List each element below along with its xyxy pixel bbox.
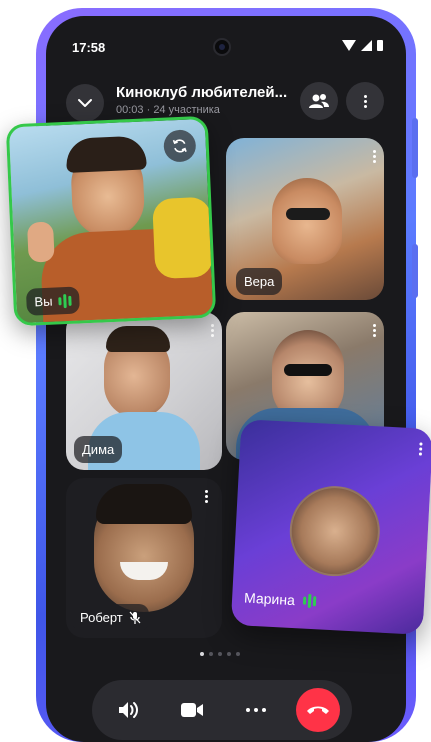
speaking-indicator-icon (302, 593, 317, 609)
end-call-button[interactable] (296, 688, 340, 732)
volume-button (412, 118, 418, 178)
speaker-icon (119, 702, 138, 718)
speaker-button[interactable] (106, 688, 150, 732)
sunglasses (284, 364, 332, 376)
end-call-icon (307, 706, 329, 714)
chevron-down-icon (78, 99, 92, 107)
participant-tile-vera[interactable]: Вера (226, 138, 384, 300)
page-dot (209, 652, 213, 656)
more-vertical-icon[interactable] (205, 490, 208, 503)
call-subtitle: 00:03 · 24 участника (116, 104, 220, 116)
participant-name: Роберт (80, 610, 123, 625)
participant-tile-dima[interactable]: Дима (66, 312, 222, 470)
collapse-button[interactable] (66, 84, 104, 122)
video-camera-icon (181, 703, 203, 717)
participant-name: Вера (244, 274, 275, 289)
participants-count: 24 участника (153, 104, 220, 116)
participants-button[interactable] (300, 82, 338, 120)
participant-tile-robert[interactable]: Роберт (66, 478, 222, 638)
participant-avatar (287, 483, 383, 579)
more-vertical-icon[interactable] (373, 324, 376, 337)
power-button (412, 244, 418, 298)
participant-tile-self[interactable]: Вы (5, 115, 217, 327)
speaking-indicator-icon (58, 293, 72, 308)
signal-icon (361, 40, 372, 51)
more-vertical-icon[interactable] (211, 324, 214, 337)
name-tag: Марина (243, 589, 317, 610)
more-actions-button[interactable] (234, 688, 278, 732)
more-horizontal-icon (246, 708, 266, 712)
mic-off-icon (129, 611, 141, 624)
participant-photo (272, 178, 342, 264)
page-dot (218, 652, 222, 656)
call-duration: 00:03 (116, 104, 144, 116)
battery-icon (377, 40, 383, 51)
more-menu-button[interactable] (346, 82, 384, 120)
name-tag: Дима (74, 436, 123, 463)
page-dot (200, 652, 204, 656)
participant-tile-marina[interactable]: Марина (230, 419, 431, 635)
switch-camera-icon (172, 139, 187, 153)
page-dot (236, 652, 240, 656)
status-time: 17:58 (72, 40, 106, 55)
participant-name: Вы (34, 293, 53, 310)
more-vertical-icon[interactable] (373, 150, 376, 163)
status-icons (342, 40, 383, 51)
front-camera (213, 38, 231, 56)
wifi-icon (342, 40, 356, 51)
page-dot (227, 652, 231, 656)
name-tag: Вера (236, 268, 283, 295)
call-title: Киноклуб любителей... (116, 84, 288, 101)
participants-icon (309, 94, 329, 108)
sunglasses (286, 208, 330, 220)
switch-camera-button[interactable] (163, 129, 197, 163)
name-tag: Вы (25, 286, 81, 316)
more-vertical-icon (363, 94, 367, 108)
page-indicator[interactable] (200, 652, 240, 656)
participant-name: Марина (243, 589, 296, 609)
video-button[interactable] (170, 688, 214, 732)
name-tag: Роберт (72, 604, 149, 631)
participant-name: Дима (82, 442, 115, 457)
more-vertical-icon[interactable] (418, 442, 423, 456)
call-controls (92, 680, 352, 740)
